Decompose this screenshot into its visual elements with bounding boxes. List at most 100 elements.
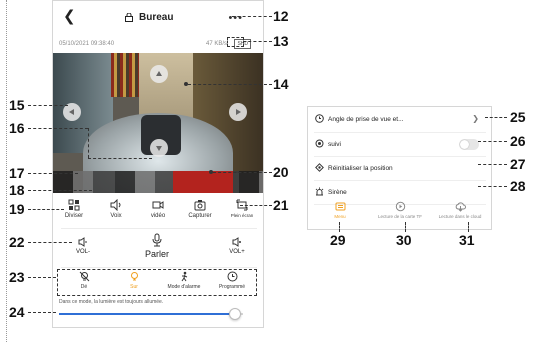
- split-screen-button[interactable]: Diviser: [53, 197, 95, 219]
- volume-down-icon: [78, 237, 87, 247]
- pan-down-button[interactable]: [150, 139, 168, 157]
- split-screen-label: Diviser: [64, 213, 84, 219]
- talk-button[interactable]: Parler: [137, 233, 177, 259]
- capture-button[interactable]: Capturer: [179, 197, 221, 219]
- callout-leader: [243, 41, 272, 42]
- record-video-icon: [152, 201, 164, 209]
- menu-icon: [335, 202, 345, 211]
- callout-number: 30: [396, 232, 412, 248]
- triangle-right-icon: [236, 109, 241, 115]
- callout-number: 31: [459, 232, 475, 248]
- callout-number: 25: [510, 109, 526, 125]
- callout-number: 27: [510, 156, 526, 172]
- fullscreen-button[interactable]: Plein écran: [221, 197, 263, 218]
- callout-leader: [88, 128, 89, 158]
- microphone-icon: [152, 233, 162, 247]
- menu-tab-button[interactable]: Menu: [310, 201, 370, 219]
- callout-number: 28: [510, 178, 526, 194]
- divider: [314, 180, 486, 181]
- callout-number: 18: [9, 182, 25, 198]
- callout-number: 20: [273, 164, 289, 180]
- tf-card-playback-button[interactable]: Lecture de la carte TF: [370, 201, 430, 219]
- tracking-toggle[interactable]: [459, 139, 479, 150]
- target-icon: [315, 139, 324, 148]
- clock-icon: [315, 114, 324, 123]
- menu-item-label: Réinitialiser la position: [328, 165, 393, 172]
- menu-item-label: Angle de prise de vue et...: [328, 116, 404, 123]
- triangle-left-icon: [69, 109, 74, 115]
- callout-leader: [240, 205, 272, 206]
- chevron-right-icon: ❯: [472, 114, 479, 123]
- menu-item-label: suivi: [328, 141, 342, 148]
- callout-number: 15: [9, 97, 25, 113]
- pan-up-button[interactable]: [150, 65, 168, 83]
- reset-icon: [315, 163, 324, 172]
- brightness-slider-thumb[interactable]: [228, 308, 241, 320]
- callout-highlight-box: [57, 269, 257, 296]
- cloud-playback-icon: [455, 202, 466, 212]
- brightness-slider-fill: [59, 313, 234, 315]
- callout-number: 21: [273, 197, 289, 213]
- voice-button[interactable]: Voix: [95, 197, 137, 219]
- talk-label: Parler: [144, 249, 169, 259]
- menu-screen: Angle de prise de vue et... ❯ suivi Réin…: [307, 106, 492, 230]
- callout-leader: [485, 117, 507, 118]
- callout-leader: [213, 172, 272, 173]
- menu-item-tracking: suivi: [308, 134, 491, 156]
- divider: [61, 267, 257, 268]
- callout-leader: [88, 158, 152, 159]
- audio-controls: VOL- Parler VOL+: [53, 231, 263, 269]
- more-options-icon[interactable]: •••: [228, 12, 243, 24]
- camera-snapshot-icon: [194, 200, 206, 211]
- record-video-button[interactable]: vidéo: [137, 197, 179, 219]
- voice-label: Voix: [110, 213, 122, 219]
- menu-item-viewing-angle[interactable]: Angle de prise de vue et... ❯: [308, 109, 491, 131]
- callout-number: 13: [273, 33, 289, 49]
- top-bar: ❮ Bureau •••: [53, 1, 263, 35]
- callout-leader: [28, 209, 64, 210]
- callout-leader: [28, 173, 78, 174]
- callout-leader: [339, 222, 340, 232]
- split-screen-icon: [68, 199, 80, 211]
- callout-number: 26: [510, 133, 526, 149]
- volume-up-icon: [232, 237, 241, 247]
- lock-icon: [125, 13, 133, 22]
- callout-number: 29: [330, 232, 346, 248]
- pan-right-button[interactable]: [229, 103, 247, 121]
- callout-leader: [28, 105, 68, 106]
- callout-leader: [478, 164, 507, 165]
- divider: [314, 132, 486, 133]
- divider: [61, 228, 257, 229]
- callout-leader: [468, 222, 469, 232]
- datetime-stamp: 05/10/2021 09:38:40: [59, 41, 115, 47]
- callout-number: 14: [273, 76, 289, 92]
- callout-number: 22: [9, 234, 25, 250]
- volume-down-button[interactable]: VOL-: [71, 237, 95, 255]
- triangle-up-icon: [156, 71, 162, 76]
- mode-description: Dans ce mode, la lumière est toujours al…: [59, 299, 164, 305]
- page-edge-dots: [6, 0, 7, 342]
- brightness-slider[interactable]: [59, 308, 243, 320]
- cloud-playback-button[interactable]: Lecture dans le cloud: [430, 201, 490, 219]
- fullscreen-label: Plein écran: [230, 213, 254, 218]
- callout-number: 17: [9, 165, 25, 181]
- callout-leader: [188, 84, 272, 85]
- callout-number: 16: [9, 120, 25, 136]
- menu-item-reset-position[interactable]: Réinitialiser la position: [308, 158, 491, 180]
- volume-up-button[interactable]: VOL+: [225, 237, 249, 255]
- callout-leader: [28, 128, 88, 129]
- callout-leader: [28, 242, 72, 243]
- callout-leader: [405, 222, 406, 232]
- callout-number: 24: [9, 304, 25, 320]
- callout-leader: [478, 186, 507, 187]
- volume-up-label: VOL+: [229, 249, 245, 255]
- menu-tab-label: Menu: [334, 214, 346, 219]
- video-scene-red-object: [173, 171, 233, 193]
- back-arrow-icon[interactable]: ❮: [63, 9, 76, 24]
- toggle-knob: [460, 140, 469, 149]
- siren-icon: [315, 187, 324, 196]
- playback-sd-icon: [395, 201, 405, 212]
- speaker-icon: [110, 199, 121, 211]
- callout-highlight-box: [227, 37, 244, 47]
- cloud-playback-label: Lecture dans le cloud: [438, 214, 482, 219]
